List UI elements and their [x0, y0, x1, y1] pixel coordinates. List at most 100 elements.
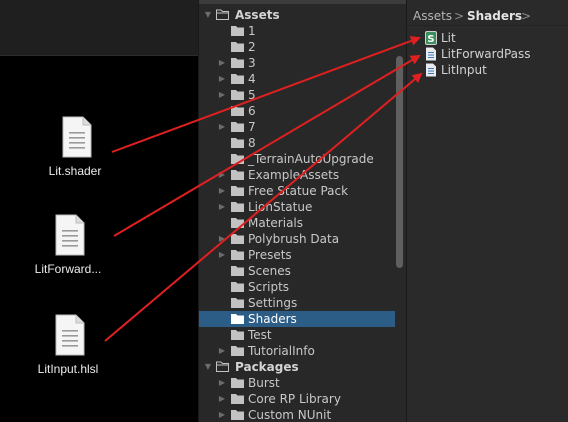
tree-item-label: 8	[248, 136, 256, 150]
tree-folder-item[interactable]: ▶ Free Statue Pack	[199, 183, 395, 199]
file-lit-shader[interactable]: Lit.shader	[32, 116, 118, 192]
folder-icon	[231, 298, 244, 308]
breadcrumb-separator: >	[454, 9, 465, 23]
tree-folder-item[interactable]: ▶ Core RP Library	[199, 391, 395, 407]
asset-label: LitInput	[441, 63, 487, 77]
file-name: LitInput.hlsl	[37, 362, 99, 376]
tree-folder-item[interactable]: ▶ TutorialInfo	[199, 343, 395, 359]
document-icon	[55, 214, 85, 256]
tree-item-label: Free Statue Pack	[248, 184, 349, 198]
collapse-arrow-icon[interactable]: ▶	[217, 55, 227, 71]
tree-folder-item[interactable]: Test	[199, 327, 395, 343]
collapse-arrow-icon[interactable]: ▶	[217, 87, 227, 103]
tree-item-label: Assets	[235, 8, 280, 22]
tree-folder-item[interactable]: ▶ Polybrush Data	[199, 231, 395, 247]
tree-top-strip	[199, 0, 406, 4]
tree-item-label: Scenes	[248, 264, 291, 278]
tree-item-label: Materials	[248, 216, 304, 230]
collapse-arrow-icon[interactable]: ▶	[217, 247, 227, 263]
tree-item-label: Burst	[248, 376, 280, 390]
folder-icon	[231, 346, 244, 356]
tree-item-label: Shaders	[248, 312, 297, 326]
tree-item-label: 3	[248, 56, 256, 70]
tree-folder-item[interactable]: ▶ LionStatue	[199, 199, 395, 215]
folder-icon	[231, 186, 244, 196]
folder-icon	[231, 122, 244, 132]
folder-icon	[231, 138, 244, 148]
tree-folder-item[interactable]: ▶ 3	[199, 55, 395, 71]
folder-icon	[231, 74, 244, 84]
tree-folder-item[interactable]: ▶ Presets	[199, 247, 395, 263]
tree-item-label: 1	[248, 24, 256, 38]
breadcrumb-trailing-arrow[interactable]: >	[521, 6, 531, 26]
file-litinput-hlsl[interactable]: LitInput.hlsl	[25, 314, 111, 390]
tree-folder-item[interactable]: _TerrainAutoUpgrade	[199, 151, 395, 167]
collapse-arrow-icon[interactable]: ▶	[217, 343, 227, 359]
tree-folder-item[interactable]: ▶ Burst	[199, 375, 395, 391]
breadcrumb-root[interactable]: Assets	[413, 6, 452, 26]
tree-folder-item[interactable]: Scenes	[199, 263, 395, 279]
tree-item-label: Settings	[248, 296, 298, 310]
tree-item-label: LionStatue	[248, 200, 313, 214]
tree-item-label: Packages	[235, 360, 299, 374]
collapse-arrow-icon[interactable]: ▶	[217, 375, 227, 391]
collapse-arrow-icon[interactable]: ▶	[217, 199, 227, 215]
tree-item-label: 5	[248, 88, 256, 102]
folder-icon	[231, 250, 244, 260]
tree-folder-item[interactable]: ▶ 4	[199, 71, 395, 87]
script-file-icon	[426, 63, 436, 77]
tree-folder-item[interactable]: ▶ ExampleAssets	[199, 167, 395, 183]
tree-folder-item[interactable]: Settings	[199, 295, 395, 311]
svg-text:S: S	[427, 34, 434, 45]
tree-folder-item[interactable]: ▶ Custom NUnit	[199, 407, 395, 422]
file-litforwardpass[interactable]: LitForward...	[25, 214, 111, 290]
folder-icon	[231, 378, 244, 388]
tree-item-label: Polybrush Data	[248, 232, 340, 246]
collapse-arrow-icon[interactable]: ▶	[217, 183, 227, 199]
tree-folder-item[interactable]: ▶ 7	[199, 119, 395, 135]
folder-icon	[231, 106, 244, 116]
tree-folder-item[interactable]: 1	[199, 23, 395, 39]
tree-item-label: 7	[248, 120, 256, 134]
shader-icon: S	[425, 31, 437, 45]
breadcrumb: Assets > Shaders >	[407, 6, 568, 26]
collapse-arrow-icon[interactable]: ▶	[217, 71, 227, 87]
folder-icon	[231, 26, 244, 36]
collapse-arrow-icon[interactable]: ▶	[217, 391, 227, 407]
folder-open-icon	[216, 9, 229, 20]
tree-section-header[interactable]: ▼ Assets	[199, 7, 395, 23]
folder-icon	[231, 314, 244, 324]
tree-folder-item[interactable]: 6	[199, 103, 395, 119]
tree-scrollbar[interactable]	[396, 56, 403, 268]
tree-item-label: Test	[248, 328, 272, 342]
asset-label: Lit	[441, 31, 456, 45]
explorer-toolbar	[0, 0, 198, 56]
file-name: Lit.shader	[48, 164, 102, 178]
folder-icon	[231, 218, 244, 228]
project-tree: ▼ Assets 1 2 ▶ 3 ▶ 4 ▶ 5 6 ▶ 7 8 _TerrainAutoUpgrade ▶ E…	[198, 0, 406, 422]
collapse-arrow-icon[interactable]: ▶	[217, 231, 227, 247]
folder-icon	[231, 58, 244, 68]
tree-item-label: Scripts	[248, 280, 290, 294]
file-name: LitForward...	[34, 262, 102, 276]
folder-icon	[231, 266, 244, 276]
expand-arrow-icon[interactable]: ▼	[203, 359, 213, 375]
breadcrumb-current[interactable]: Shaders	[467, 6, 522, 26]
tree-folder-item[interactable]: ▶ 5	[199, 87, 395, 103]
tree-section-header[interactable]: ▼ Packages	[199, 359, 395, 375]
collapse-arrow-icon[interactable]: ▶	[217, 119, 227, 135]
tree-folder-item[interactable]: Shaders	[199, 311, 395, 327]
folder-icon	[231, 330, 244, 340]
tree-folder-item[interactable]: 2	[199, 39, 395, 55]
expand-arrow-icon[interactable]: ▼	[203, 7, 213, 23]
script-file-icon	[426, 47, 436, 61]
collapse-arrow-icon[interactable]: ▶	[217, 167, 227, 183]
document-icon	[55, 314, 85, 356]
collapse-arrow-icon[interactable]: ▶	[217, 407, 227, 422]
folder-icon	[231, 90, 244, 100]
tree-folder-item[interactable]: Scripts	[199, 279, 395, 295]
tree-folder-item[interactable]: 8	[199, 135, 395, 151]
tree-folder-item[interactable]: Materials	[199, 215, 395, 231]
explorer-pane: Lit.shader LitForward... LitInput.hlsl	[0, 0, 198, 422]
tree-item-label: 2	[248, 40, 256, 54]
